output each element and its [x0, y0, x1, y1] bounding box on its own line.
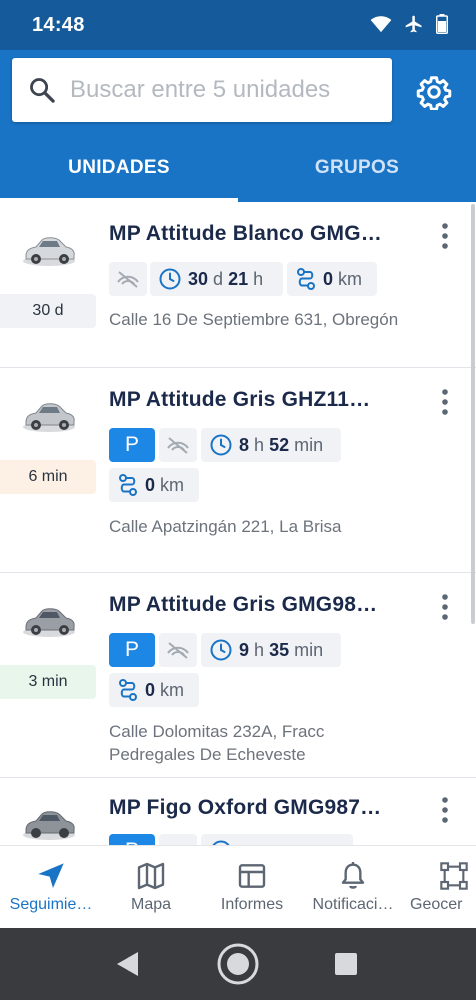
unit-address: Calle 16 De Septiembre 631, Obregón: [109, 310, 399, 329]
distance-unit: km: [338, 268, 363, 289]
duration-unit-a: h: [254, 434, 265, 455]
search-icon: [30, 78, 55, 103]
parked-status-chip: P: [109, 633, 155, 667]
tab-bar: UNIDADES GRUPOS: [0, 146, 476, 202]
settings-gear-icon[interactable]: [416, 74, 452, 110]
back-icon[interactable]: [114, 944, 140, 984]
more-vert-icon[interactable]: [438, 593, 452, 621]
unit-card[interactable]: 3 min MP Attitude Gris GMG98… P 9 h 35 m…: [0, 573, 476, 778]
tab-grupos[interactable]: GRUPOS: [238, 146, 476, 202]
status-icons: [370, 14, 448, 34]
duration-value-b: 35: [269, 639, 290, 660]
duration-value-a: 8: [239, 434, 250, 455]
last-update-badge: 6 min: [0, 460, 96, 494]
no-signal-icon: [117, 271, 139, 288]
parked-status-chip: P: [109, 428, 155, 462]
more-vert-icon[interactable]: [438, 222, 452, 250]
distance-value: 0: [323, 268, 334, 289]
nav-label: Seguimie…: [9, 896, 93, 913]
car-icon: [23, 811, 75, 840]
airplane-icon: [405, 15, 422, 33]
distance-unit: km: [160, 679, 185, 700]
signal-off-chip: [109, 262, 147, 296]
distance-value: 0: [145, 679, 156, 700]
system-navigation-bar: [0, 928, 476, 1000]
duration-unit-b: h: [253, 268, 264, 289]
duration-value-a: 30: [188, 268, 209, 289]
unit-address: Calle Apatzingán 221, La Brisa: [109, 517, 342, 536]
signal-off-chip: [159, 633, 197, 667]
car-icon: [23, 237, 75, 266]
nav-item-informes[interactable]: Informes: [202, 846, 302, 929]
nav-label: Mapa: [130, 896, 172, 913]
wifi-icon: [370, 16, 392, 33]
status-time: 14:48: [32, 14, 85, 36]
duration-unit-b: min: [294, 434, 324, 455]
distance-chip: 0 km: [109, 673, 199, 707]
route-icon: [119, 679, 137, 701]
clock-icon: [210, 639, 232, 661]
signal-off-chip: [159, 428, 197, 462]
nav-item-notificaciones[interactable]: Notificaci…: [303, 846, 403, 929]
more-vert-icon[interactable]: [438, 796, 452, 824]
unit-name[interactable]: MP Attitude Gris GMG98…: [109, 593, 414, 617]
navigation-arrow-icon: [38, 863, 64, 888]
nav-item-mapa[interactable]: Mapa: [101, 846, 201, 929]
tab-unidades[interactable]: UNIDADES: [0, 146, 238, 202]
unit-address: Calle Dolomitas 232A, Fracc Pedregales D…: [109, 722, 325, 764]
duration-unit-a: h: [254, 639, 265, 660]
home-icon[interactable]: [216, 942, 260, 986]
last-update-badge: 3 min: [0, 665, 96, 699]
parked-status-chip: P: [109, 834, 155, 845]
route-icon: [119, 474, 137, 496]
distance-unit: km: [160, 474, 185, 495]
nav-label: Informes: [220, 896, 284, 913]
map-icon: [137, 862, 165, 890]
duration-unit-b: min: [294, 639, 324, 660]
no-signal-icon: [167, 437, 189, 454]
distance-value: 0: [145, 474, 156, 495]
unit-name[interactable]: MP Attitude Blanco GMG…: [109, 222, 414, 246]
unit-card[interactable]: MP Figo Oxford GMG987… P: [0, 778, 476, 845]
clock-icon: [210, 434, 232, 456]
distance-chip: 0 km: [287, 262, 377, 296]
unit-name[interactable]: MP Figo Oxford GMG987…: [109, 796, 414, 820]
no-signal-icon: [167, 642, 189, 659]
nav-label: Notificaci…: [312, 896, 394, 913]
distance-chip: 0 km: [109, 468, 199, 502]
bell-icon: [341, 862, 365, 889]
nav-item-geocercas[interactable]: Geocer: [404, 846, 476, 929]
unit-name[interactable]: MP Attitude Gris GHZ11…: [109, 388, 414, 412]
duration-chip: 30 d 21 h: [150, 262, 283, 296]
geofence-icon: [440, 862, 468, 890]
duration-value-a: 9: [239, 639, 250, 660]
car-icon: [23, 403, 75, 432]
status-bar: 14:48: [0, 0, 476, 50]
app-header: UNIDADES GRUPOS: [0, 50, 476, 202]
duration-unit-a: d: [213, 268, 224, 289]
last-update-badge: 30 d: [0, 294, 96, 328]
bottom-navigation: Seguimie… Mapa Informes Notificaci… Geoc…: [0, 845, 476, 928]
unit-card[interactable]: 6 min MP Attitude Gris GHZ11… P 8 h 52 m…: [0, 368, 476, 573]
search-input[interactable]: [70, 68, 380, 112]
more-vert-icon[interactable]: [438, 388, 452, 416]
duration-value-b: 52: [269, 434, 290, 455]
duration-value-b: 21: [228, 268, 249, 289]
duration-chip: 8 h 52 min: [201, 428, 341, 462]
car-icon: [23, 608, 75, 637]
duration-chip: [201, 834, 353, 845]
nav-item-seguimiento[interactable]: Seguimie…: [1, 846, 101, 929]
list-scrollbar[interactable]: [471, 204, 475, 624]
unit-list[interactable]: 30 d MP Attitude Blanco GMG… 30 d 21 h 0…: [0, 202, 476, 845]
recents-icon[interactable]: [334, 952, 358, 976]
table-icon: [238, 864, 266, 888]
unit-card[interactable]: 30 d MP Attitude Blanco GMG… 30 d 21 h 0…: [0, 202, 476, 368]
battery-icon: [436, 14, 448, 34]
route-icon: [297, 268, 315, 290]
search-box[interactable]: [12, 58, 392, 122]
clock-icon: [159, 268, 181, 290]
signal-off-chip: [159, 834, 197, 845]
duration-chip: 9 h 35 min: [201, 633, 341, 667]
nav-label: Geocer: [410, 896, 463, 913]
